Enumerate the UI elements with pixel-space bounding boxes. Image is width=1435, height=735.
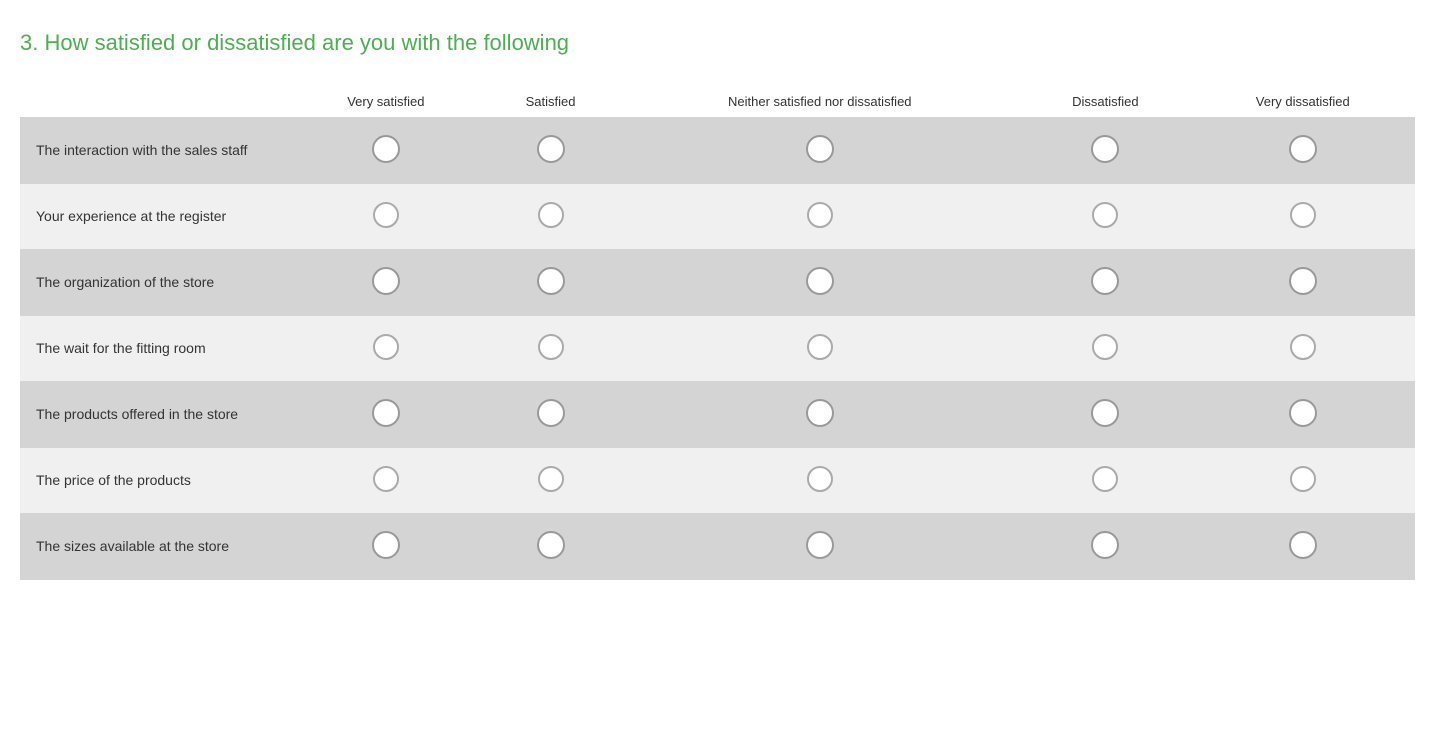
page-title: 3. How satisfied or dissatisfied are you… [20,20,1415,66]
radio-cell-very-dissatisfied [1191,249,1415,316]
radio-cell-satisfied [482,117,620,184]
col-header-label [20,86,290,117]
radio-cell-very-dissatisfied [1191,316,1415,381]
radio-dissatisfied[interactable] [1091,135,1119,163]
table-row: The products offered in the store [20,381,1415,448]
radio-cell-dissatisfied [1020,249,1190,316]
table-row: The sizes available at the store [20,513,1415,580]
radio-cell-very-satisfied [290,117,482,184]
row-label: The price of the products [20,448,290,513]
radio-cell-satisfied [482,513,620,580]
radio-cell-neither [619,448,1020,513]
radio-cell-neither [619,316,1020,381]
radio-very-dissatisfied[interactable] [1289,135,1317,163]
radio-cell-dissatisfied [1020,316,1190,381]
radio-cell-very-dissatisfied [1191,117,1415,184]
radio-cell-very-satisfied [290,513,482,580]
col-header-satisfied: Satisfied [482,86,620,117]
radio-very-satisfied[interactable] [372,399,400,427]
radio-cell-very-dissatisfied [1191,513,1415,580]
radio-dissatisfied[interactable] [1092,202,1118,228]
radio-cell-neither [619,381,1020,448]
row-label: The sizes available at the store [20,513,290,580]
table-header-row: Very satisfied Satisfied Neither satisfi… [20,86,1415,117]
radio-cell-very-satisfied [290,249,482,316]
radio-cell-dissatisfied [1020,513,1190,580]
radio-very-satisfied[interactable] [373,202,399,228]
radio-satisfied[interactable] [538,466,564,492]
radio-very-satisfied[interactable] [372,135,400,163]
radio-very-dissatisfied[interactable] [1289,399,1317,427]
col-header-very-dissatisfied: Very dissatisfied [1191,86,1415,117]
radio-cell-dissatisfied [1020,381,1190,448]
radio-cell-satisfied [482,316,620,381]
radio-dissatisfied[interactable] [1092,334,1118,360]
radio-cell-neither [619,513,1020,580]
radio-neither[interactable] [806,531,834,559]
table-row: The wait for the fitting room [20,316,1415,381]
radio-dissatisfied[interactable] [1091,531,1119,559]
radio-cell-very-dissatisfied [1191,184,1415,249]
radio-cell-satisfied [482,381,620,448]
radio-satisfied[interactable] [537,135,565,163]
table-row: The price of the products [20,448,1415,513]
radio-dissatisfied[interactable] [1092,466,1118,492]
radio-cell-very-satisfied [290,184,482,249]
row-label: Your experience at the register [20,184,290,249]
radio-cell-very-satisfied [290,381,482,448]
radio-cell-very-satisfied [290,448,482,513]
table-row: Your experience at the register [20,184,1415,249]
radio-cell-very-dissatisfied [1191,381,1415,448]
radio-satisfied[interactable] [537,399,565,427]
radio-cell-satisfied [482,184,620,249]
row-label: The wait for the fitting room [20,316,290,381]
radio-neither[interactable] [806,135,834,163]
radio-neither[interactable] [806,399,834,427]
radio-satisfied[interactable] [538,334,564,360]
radio-very-dissatisfied[interactable] [1289,531,1317,559]
radio-cell-neither [619,117,1020,184]
row-label: The products offered in the store [20,381,290,448]
col-header-neither: Neither satisfied nor dissatisfied [619,86,1020,117]
row-label: The interaction with the sales staff [20,117,290,184]
survey-table: Very satisfied Satisfied Neither satisfi… [20,86,1415,580]
col-header-very-satisfied: Very satisfied [290,86,482,117]
radio-very-satisfied[interactable] [372,267,400,295]
radio-cell-dissatisfied [1020,184,1190,249]
radio-very-dissatisfied[interactable] [1290,202,1316,228]
radio-cell-neither [619,249,1020,316]
radio-neither[interactable] [807,466,833,492]
radio-cell-very-dissatisfied [1191,448,1415,513]
radio-very-satisfied[interactable] [372,531,400,559]
radio-cell-satisfied [482,448,620,513]
col-header-dissatisfied: Dissatisfied [1020,86,1190,117]
radio-very-satisfied[interactable] [373,334,399,360]
radio-cell-satisfied [482,249,620,316]
radio-cell-neither [619,184,1020,249]
radio-very-dissatisfied[interactable] [1290,334,1316,360]
radio-satisfied[interactable] [537,531,565,559]
radio-very-dissatisfied[interactable] [1290,466,1316,492]
radio-dissatisfied[interactable] [1091,399,1119,427]
table-row: The interaction with the sales staff [20,117,1415,184]
radio-very-satisfied[interactable] [373,466,399,492]
radio-neither[interactable] [807,334,833,360]
table-row: The organization of the store [20,249,1415,316]
radio-cell-very-satisfied [290,316,482,381]
radio-satisfied[interactable] [538,202,564,228]
radio-very-dissatisfied[interactable] [1289,267,1317,295]
radio-dissatisfied[interactable] [1091,267,1119,295]
radio-cell-dissatisfied [1020,117,1190,184]
radio-neither[interactable] [806,267,834,295]
radio-neither[interactable] [807,202,833,228]
radio-cell-dissatisfied [1020,448,1190,513]
radio-satisfied[interactable] [537,267,565,295]
row-label: The organization of the store [20,249,290,316]
